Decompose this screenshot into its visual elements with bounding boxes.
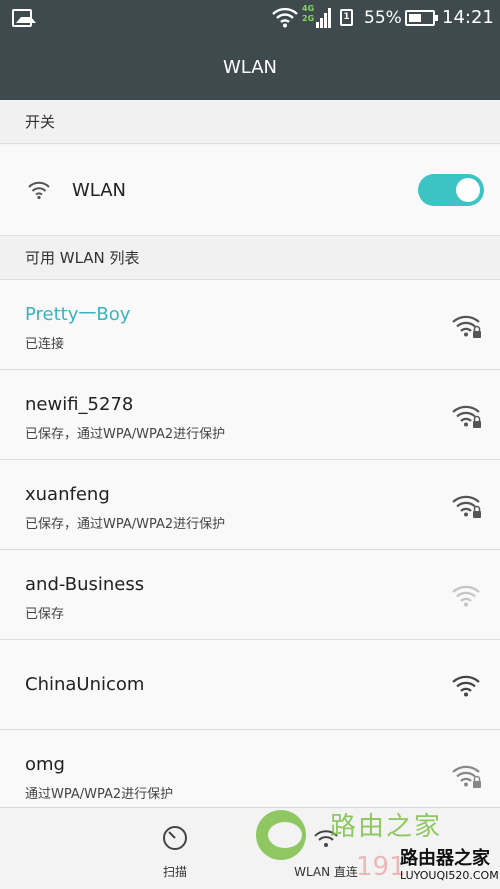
network-status: 已保存，通过WPA/WPA2进行保护 [25,427,226,442]
network-name: newifi_5278 [25,394,134,415]
status-time: 14:21 [442,7,494,28]
wlan-toggle[interactable] [418,174,484,206]
wifi-open-icon [452,675,480,697]
network-name: Pretty一Boy [25,304,131,325]
networks-section-header: 可用 WLAN 列表 [0,236,500,280]
watermark-brand: 路由之家 [330,812,443,842]
sim-card-icon: 1 [340,9,353,26]
network-row[interactable]: Pretty一Boy 已连接 [0,280,500,370]
network-row[interactable]: ChinaUnicom [0,640,500,730]
network-name: omg [25,754,65,775]
wifi-icon [28,181,50,199]
network-status: 已保存，通过WPA/WPA2进行保护 [25,517,226,532]
network-row[interactable]: and-Business 已保存 [0,550,500,640]
scan-icon [163,826,187,850]
battery-percentage: 55% [364,8,402,28]
status-wifi-icon [272,7,298,28]
battery-icon [405,10,438,26]
network-name: and-Business [25,574,145,595]
network-row[interactable]: xuanfeng 已保存，通过WPA/WPA2进行保护 [0,460,500,550]
wifi-locked-icon [452,495,481,518]
network-name: ChinaUnicom [25,674,145,695]
network-row[interactable]: newifi_5278 已保存，通过WPA/WPA2进行保护 [0,370,500,460]
wifi-locked-icon [452,405,481,428]
watermark-tag: 路由器之家 [400,848,490,869]
image-notification-icon [12,9,36,27]
network-type-badge: 4G 2G [302,4,314,24]
network-status: 已连接 [25,337,65,352]
watermark-url: LUYOUQI520.COM [400,869,499,882]
scan-button[interactable]: 扫描 [105,808,245,889]
network-type-4g: 4G [302,4,315,13]
page-title: WLAN [0,36,500,100]
network-name: xuanfeng [25,484,110,505]
network-type-2g: 2G [302,14,315,23]
scan-label: 扫描 [162,865,187,879]
status-bar: 4G 2G 1 55% 14:21 [0,0,500,36]
switch-section-header: 开关 [0,100,500,144]
toggle-knob [456,178,480,202]
watermark-number: 191 [356,852,406,882]
wifi-weak-icon [452,585,480,607]
battery-level-fill [409,14,421,22]
network-status: 已保存 [25,607,65,622]
network-status: 通过WPA/WPA2进行保护 [25,787,174,802]
wifi-locked-icon [452,315,481,338]
cell-signal-icon [316,8,332,28]
wifi-locked-icon [452,765,481,788]
watermark-logo [256,810,306,860]
wlan-switch-label: WLAN [72,180,127,201]
